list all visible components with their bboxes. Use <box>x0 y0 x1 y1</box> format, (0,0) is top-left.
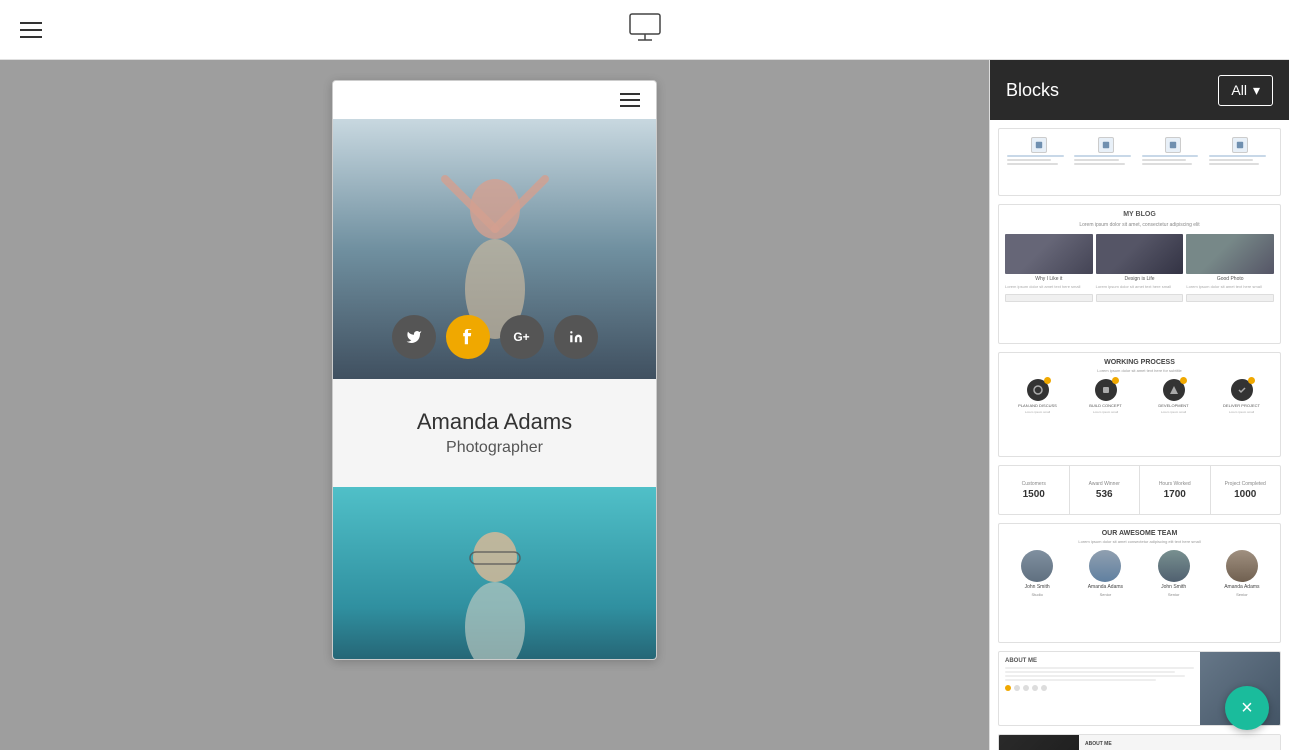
second-person-section <box>333 487 656 659</box>
blog-block-subtitle: Lorem ipsum dolor sit amet, consectetur … <box>1005 222 1274 228</box>
social-icons-bar: G+ <box>392 315 598 359</box>
block-about-me-dark[interactable]: ABOUT ME JIM RANDOM WEB DESIGNS <box>998 734 1281 750</box>
block-our-team[interactable]: OUR AWESOME TEAM Lorem ipsum dolor sit a… <box>998 523 1281 643</box>
projects-value: 1000 <box>1234 489 1256 500</box>
profile-name: Amanda Adams <box>353 409 636 435</box>
second-person-image <box>333 487 656 659</box>
award-value: 536 <box>1096 489 1113 500</box>
block-stats[interactable]: Customers 1500 Award Winner 536 Hours Wo… <box>998 465 1281 515</box>
mobile-content[interactable]: G+ Amanda Adams Photographer <box>333 81 656 659</box>
hours-label: Hours Worked <box>1159 481 1191 487</box>
block-my-blog[interactable]: MY BLOG Lorem ipsum dolor sit amet, cons… <box>998 204 1281 344</box>
award-label: Award Winner <box>1089 481 1120 487</box>
block-working-process[interactable]: WORKING PROCESS Lorem ipsum dolor sit am… <box>998 352 1281 457</box>
working-process-title: WORKING PROCESS <box>1005 359 1274 366</box>
header <box>0 0 1289 60</box>
hours-value: 1700 <box>1164 489 1186 500</box>
blocks-header: Blocks All ▾ <box>990 60 1289 120</box>
blocks-title: Blocks <box>1006 80 1059 101</box>
fab-close-button[interactable]: × <box>1225 686 1269 730</box>
hero-section: G+ <box>333 119 656 379</box>
main-area: G+ Amanda Adams Photographer <box>0 60 1289 750</box>
profile-title: Photographer <box>353 439 636 457</box>
team-title: OUR AWESOME TEAM <box>1005 530 1274 537</box>
team-member-1: John Smith Studio <box>1005 550 1069 597</box>
mobile-nav <box>333 81 656 119</box>
blocks-list[interactable]: MY BLOG Lorem ipsum dolor sit amet, cons… <box>990 120 1289 750</box>
customers-value: 1500 <box>1023 489 1045 500</box>
filter-dropdown[interactable]: All ▾ <box>1218 75 1273 106</box>
team-member-3: John Smith Senior <box>1142 550 1206 597</box>
monitor-preview-icon[interactable] <box>625 7 665 52</box>
twitter-button[interactable] <box>392 315 436 359</box>
team-subtitle: Lorem ipsum dolor sit amet consectetur a… <box>1005 539 1274 544</box>
mobile-preview-frame: G+ Amanda Adams Photographer <box>332 80 657 660</box>
canvas-area: G+ Amanda Adams Photographer <box>0 60 989 750</box>
close-icon: × <box>1241 697 1253 720</box>
profile-section: Amanda Adams Photographer <box>333 379 656 487</box>
mobile-hamburger-icon[interactable] <box>620 93 640 107</box>
google-button[interactable]: G+ <box>500 315 544 359</box>
working-process-subtitle: Lorem ipsum dolor sit amet text here for… <box>1005 368 1274 373</box>
chevron-down-icon: ▾ <box>1253 82 1260 99</box>
blog-block-title: MY BLOG <box>1005 211 1274 218</box>
projects-label: Project Completed <box>1225 481 1266 487</box>
team-member-2: Amanda Adams Senior <box>1073 550 1137 597</box>
customers-label: Customers <box>1022 481 1046 487</box>
team-member-4: Amanda Adams Senior <box>1210 550 1274 597</box>
blocks-panel: Blocks All ▾ <box>989 60 1289 750</box>
hamburger-icon[interactable] <box>20 22 42 38</box>
filter-label: All <box>1231 82 1247 98</box>
facebook-button[interactable] <box>446 315 490 359</box>
block-process-steps[interactable] <box>998 128 1281 196</box>
linkedin-button[interactable] <box>554 315 598 359</box>
